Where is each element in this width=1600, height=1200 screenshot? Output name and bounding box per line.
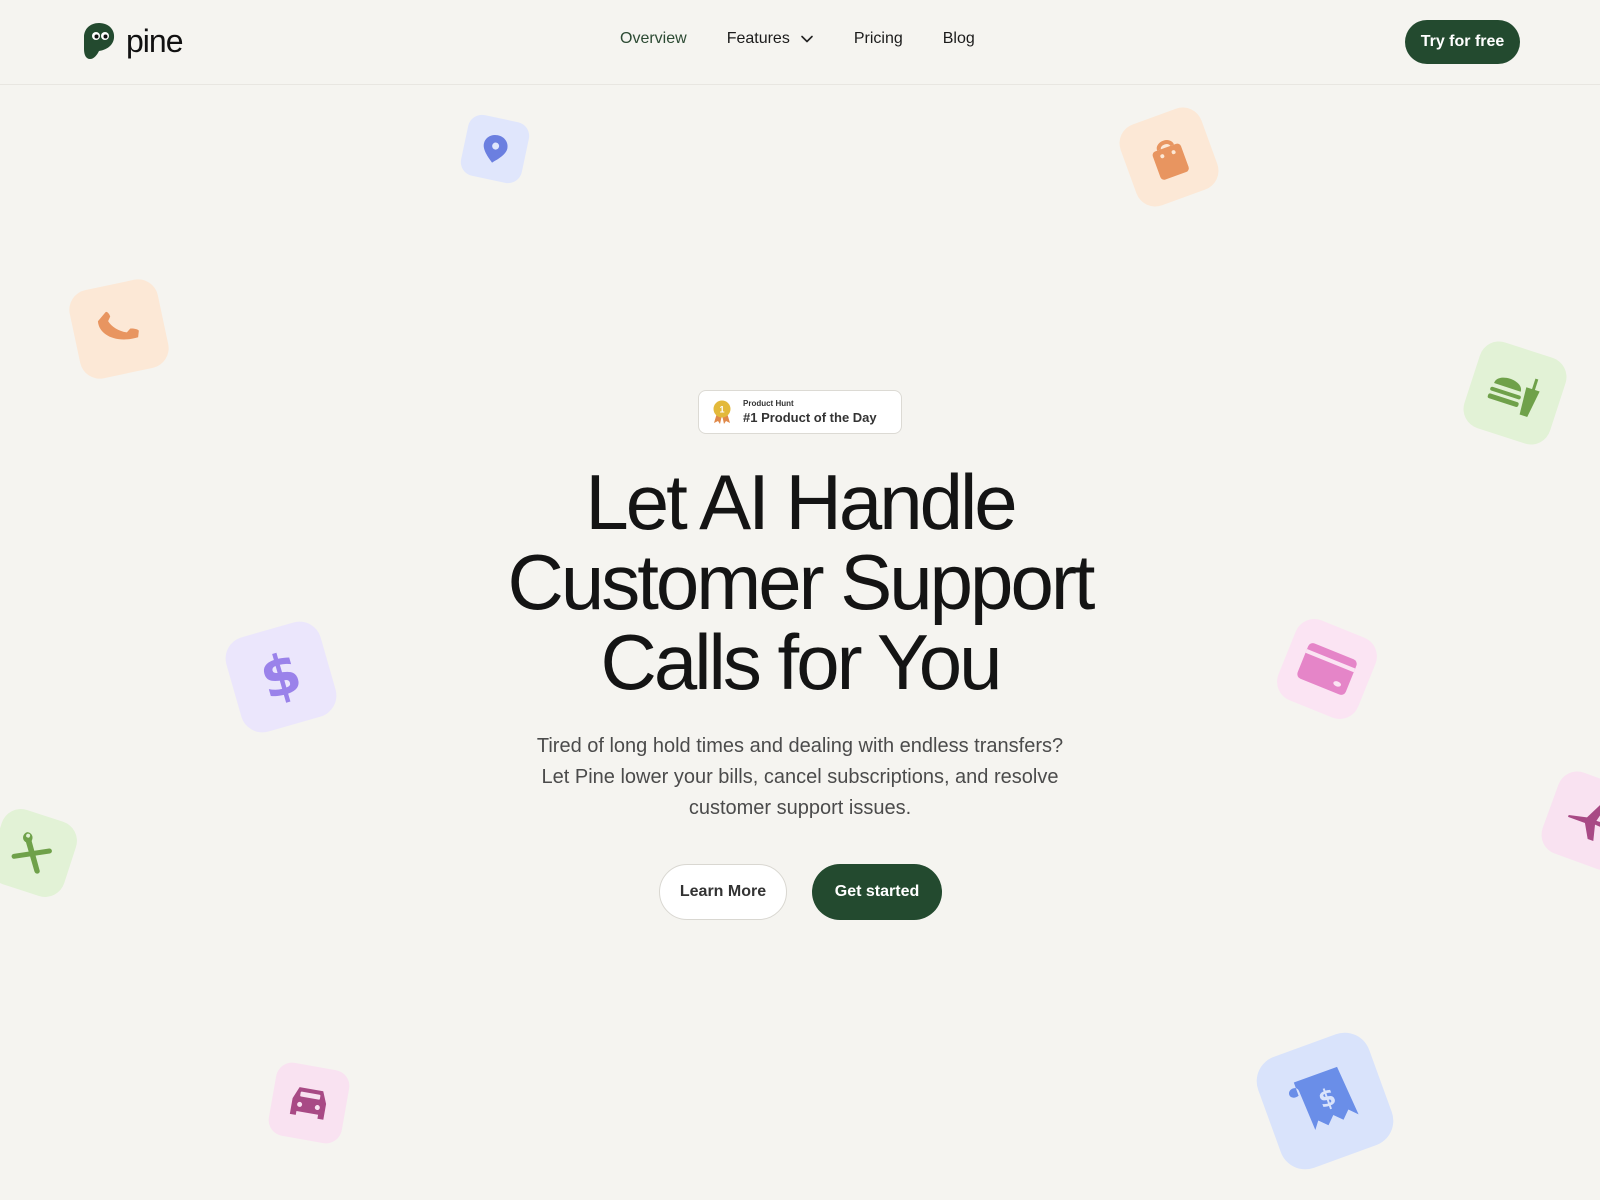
- shopping-bag-tile: [1113, 101, 1225, 213]
- nav-features-label: Features: [726, 30, 790, 47]
- location-tile: [458, 112, 532, 186]
- nav-pricing-label: Pricing: [853, 30, 903, 47]
- location-pin-icon: [483, 135, 508, 163]
- top-nav: pine Overview Features Pricing Blog Try …: [0, 0, 1600, 85]
- hero-subtitle-line-1: Tired of long hold times and dealing wit…: [536, 735, 1064, 757]
- credit-card-icon: [1297, 643, 1357, 695]
- nav-overview-label: Overview: [620, 30, 687, 47]
- try-for-free-button[interactable]: Try for free: [1405, 20, 1520, 64]
- pine-logo-icon: [84, 23, 115, 59]
- medal-icon: 1: [713, 400, 731, 424]
- shopping-bag-icon: [1152, 140, 1189, 180]
- hero-title-line-2: Customer Support: [507, 538, 1096, 626]
- svg-text:$: $: [253, 644, 308, 710]
- logo[interactable]: pine: [82, 22, 183, 60]
- hero-buttons: Learn More Get started: [659, 864, 942, 920]
- dollar-icon: $: [253, 644, 308, 710]
- badge-source: Product Hunt: [743, 399, 794, 408]
- receipt-icon: $: [1289, 1066, 1359, 1131]
- car-icon: [289, 1087, 327, 1120]
- nav-pricing[interactable]: Pricing: [854, 30, 903, 48]
- nav-features[interactable]: Features: [727, 30, 814, 48]
- car-tile: [266, 1060, 352, 1146]
- brand-name: pine: [126, 22, 183, 59]
- badge-title: #1 Product of the Day: [743, 410, 877, 425]
- receipt-tile: $: [1249, 1025, 1401, 1177]
- phone-tile: [65, 275, 173, 383]
- nav-blog-label: Blog: [942, 30, 975, 47]
- hero-subtitle-line-3: customer support issues.: [688, 797, 912, 819]
- burger-drink-icon: [1487, 377, 1540, 417]
- hero-title-line-1: Let AI Handle: [585, 458, 1017, 546]
- learn-more-button[interactable]: Learn More: [659, 864, 787, 920]
- phone-icon: [97, 311, 139, 340]
- nav-blog[interactable]: Blog: [943, 30, 975, 48]
- food-tile: [1458, 336, 1572, 450]
- airplane-icon: [1568, 805, 1600, 841]
- nav-overview[interactable]: Overview: [620, 30, 687, 48]
- tools-icon: [11, 832, 52, 874]
- chevron-down-icon: [801, 35, 813, 43]
- nav-links: Overview Features Pricing Blog: [620, 30, 1015, 48]
- get-started-button[interactable]: Get started: [812, 864, 942, 920]
- hero-subtitle: Tired of long hold times and dealing wit…: [0, 731, 1600, 824]
- hero-subtitle-line-2: Let Pine lower your bills, cancel subscr…: [541, 766, 1059, 788]
- svg-text:1: 1: [719, 405, 724, 415]
- product-hunt-badge[interactable]: 1 Product Hunt #1 Product of the Day: [698, 390, 902, 434]
